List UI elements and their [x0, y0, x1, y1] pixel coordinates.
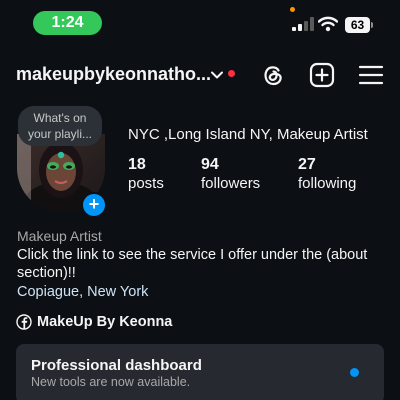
facebook-link[interactable]: MakeUp By Keonna — [16, 314, 172, 330]
recording-indicator — [290, 7, 295, 12]
dashboard-new-dot — [350, 368, 359, 377]
wifi-icon — [318, 16, 338, 32]
menu-icon[interactable] — [358, 62, 384, 88]
profile-display-name: NYC ,Long Island NY, Makeup Artist — [128, 126, 368, 143]
profile-username[interactable]: makeupbykeonnatho... — [16, 64, 211, 85]
status-time[interactable]: 1:24 — [33, 11, 102, 35]
stat-posts-label: posts — [128, 175, 164, 192]
facebook-link-label: MakeUp By Keonna — [37, 314, 173, 330]
stat-following-value: 27 — [298, 156, 316, 173]
add-story-button[interactable]: + — [81, 192, 107, 218]
stat-followers-label: followers — [201, 175, 261, 192]
profile-location-link[interactable]: Copiague, New York — [17, 284, 148, 300]
stat-posts[interactable]: 18 posts — [128, 155, 164, 193]
threads-icon[interactable] — [260, 62, 286, 88]
note-bubble[interactable]: What's on your playli... — [18, 106, 102, 146]
battery-icon: 63 — [345, 17, 370, 33]
stat-following-label: following — [298, 175, 357, 192]
note-line-1: What's on — [33, 111, 87, 125]
battery-cap — [371, 22, 373, 28]
notification-dot — [228, 70, 235, 77]
chevron-down-icon[interactable] — [210, 68, 224, 82]
facebook-icon — [16, 314, 32, 330]
stat-following[interactable]: 27 following — [298, 155, 356, 193]
professional-dashboard-card[interactable]: Professional dashboard New tools are now… — [16, 344, 384, 400]
stat-followers[interactable]: 94 followers — [201, 155, 260, 193]
profile-category: Makeup Artist — [17, 228, 102, 244]
dashboard-title: Professional dashboard — [31, 357, 202, 374]
instagram-profile-screen: 1:24 63 makeupbykeonnatho... What's on y… — [0, 0, 400, 400]
signal-icon — [292, 17, 314, 31]
dashboard-subtitle: New tools are now available. — [31, 375, 191, 389]
create-plus-icon[interactable] — [309, 62, 335, 88]
stat-followers-value: 94 — [201, 156, 219, 173]
profile-bio: Click the link to see the service I offe… — [17, 247, 368, 281]
note-line-2: your playli... — [27, 127, 93, 141]
stat-posts-value: 18 — [128, 156, 146, 173]
